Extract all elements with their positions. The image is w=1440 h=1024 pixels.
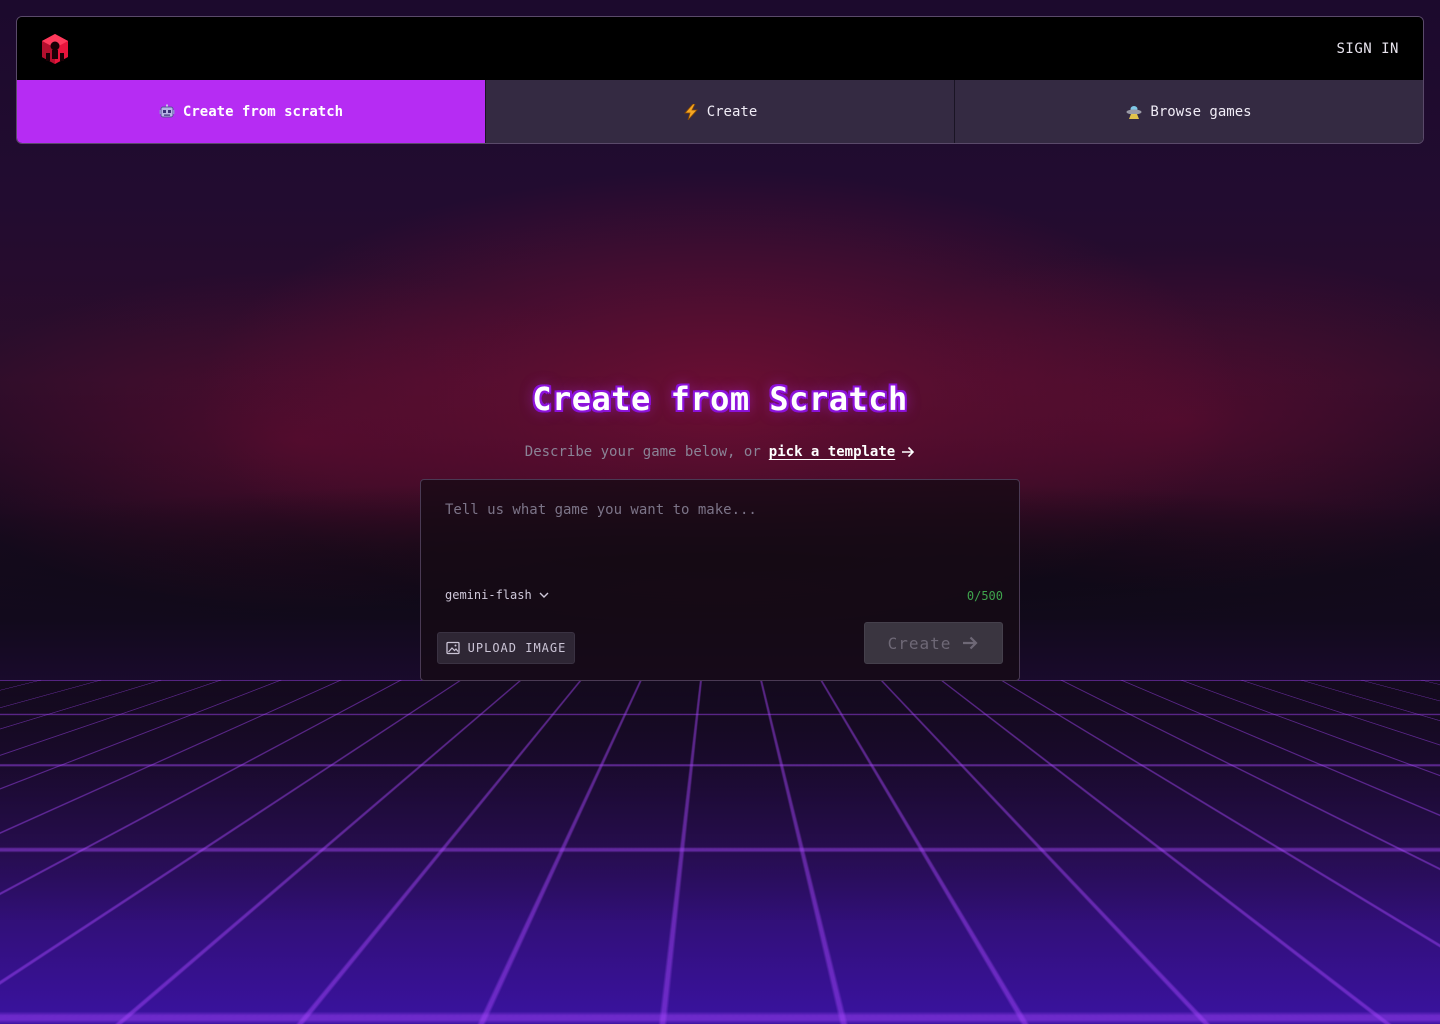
top-bar: SIGN IN bbox=[17, 17, 1423, 80]
arrow-right-icon bbox=[902, 446, 915, 458]
chevron-down-icon bbox=[539, 592, 549, 598]
model-select[interactable]: gemini-flash bbox=[445, 588, 550, 602]
lightning-bolt-icon bbox=[683, 104, 699, 120]
top-navigation: SIGN IN Create from scratch Create Brows… bbox=[16, 16, 1424, 144]
ufo-icon bbox=[1126, 104, 1142, 120]
pick-template-link[interactable]: pick a template bbox=[769, 444, 915, 460]
red-cube-logo-icon[interactable] bbox=[39, 33, 71, 65]
sign-in-button[interactable]: SIGN IN bbox=[1336, 41, 1399, 57]
robot-icon bbox=[159, 104, 175, 120]
hero-subtitle: Describe your game below, or pick a temp… bbox=[0, 444, 1440, 460]
game-prompt-input[interactable] bbox=[445, 502, 997, 562]
model-select-value: gemini-flash bbox=[445, 588, 532, 602]
create-button-label: Create bbox=[887, 633, 952, 653]
upload-image-label: UPLOAD IMAGE bbox=[467, 641, 567, 655]
page-title: Create from Scratch bbox=[532, 380, 908, 418]
image-icon bbox=[445, 641, 460, 655]
tab-create-from-scratch[interactable]: Create from scratch bbox=[17, 80, 485, 143]
character-counter: 0/500 bbox=[966, 589, 1003, 603]
tab-browse-games[interactable]: Browse games bbox=[954, 80, 1423, 143]
hero: Create from Scratch Describe your game b… bbox=[0, 380, 1440, 460]
tab-label: Create from scratch bbox=[182, 104, 344, 120]
tab-label: Create bbox=[706, 104, 758, 120]
background-grid-floor bbox=[0, 680, 1440, 1024]
tab-create[interactable]: Create bbox=[485, 80, 954, 143]
hero-subtitle-text: Describe your game below, or bbox=[524, 444, 761, 460]
upload-image-button[interactable]: UPLOAD IMAGE bbox=[437, 632, 575, 664]
create-button[interactable]: Create bbox=[864, 622, 1003, 664]
tab-label: Browse games bbox=[1150, 104, 1252, 120]
arrow-right-icon bbox=[963, 636, 978, 650]
mode-tabs: Create from scratch Create Browse games bbox=[17, 80, 1423, 143]
game-prompt-card: gemini-flash 0/500 UPLOAD IMAGE Create bbox=[420, 479, 1020, 681]
